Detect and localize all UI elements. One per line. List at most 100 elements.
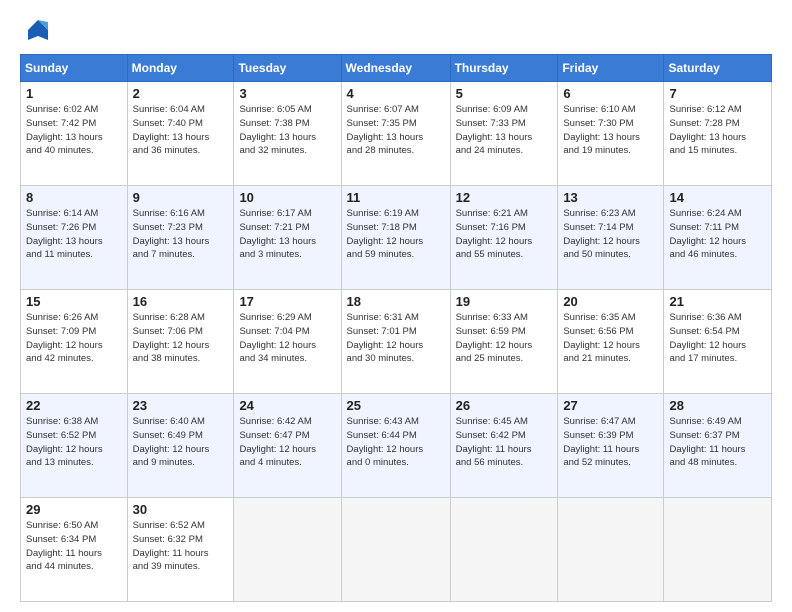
day-number: 30	[133, 502, 229, 517]
calendar-header-row: SundayMondayTuesdayWednesdayThursdayFrid…	[21, 55, 772, 82]
calendar-day-cell: 3 Sunrise: 6:05 AM Sunset: 7:38 PM Daylig…	[234, 82, 341, 186]
day-info: Sunrise: 6:50 AM Sunset: 6:34 PM Dayligh…	[26, 519, 122, 574]
day-number: 5	[456, 86, 553, 101]
day-info: Sunrise: 6:10 AM Sunset: 7:30 PM Dayligh…	[563, 103, 658, 158]
day-number: 21	[669, 294, 766, 309]
day-number: 16	[133, 294, 229, 309]
calendar-day-cell: 6 Sunrise: 6:10 AM Sunset: 7:30 PM Daylig…	[558, 82, 664, 186]
day-number: 6	[563, 86, 658, 101]
calendar-day-cell: 18 Sunrise: 6:31 AM Sunset: 7:01 PM Dayli…	[341, 290, 450, 394]
day-info: Sunrise: 6:24 AM Sunset: 7:11 PM Dayligh…	[669, 207, 766, 262]
day-info: Sunrise: 6:33 AM Sunset: 6:59 PM Dayligh…	[456, 311, 553, 366]
day-info: Sunrise: 6:12 AM Sunset: 7:28 PM Dayligh…	[669, 103, 766, 158]
day-number: 14	[669, 190, 766, 205]
calendar-week-row: 8 Sunrise: 6:14 AM Sunset: 7:26 PM Daylig…	[21, 186, 772, 290]
day-info: Sunrise: 6:42 AM Sunset: 6:47 PM Dayligh…	[239, 415, 335, 470]
day-info: Sunrise: 6:07 AM Sunset: 7:35 PM Dayligh…	[347, 103, 445, 158]
day-info: Sunrise: 6:28 AM Sunset: 7:06 PM Dayligh…	[133, 311, 229, 366]
day-number: 29	[26, 502, 122, 517]
day-info: Sunrise: 6:02 AM Sunset: 7:42 PM Dayligh…	[26, 103, 122, 158]
day-number: 24	[239, 398, 335, 413]
day-info: Sunrise: 6:40 AM Sunset: 6:49 PM Dayligh…	[133, 415, 229, 470]
empty-cell	[450, 498, 558, 602]
day-header-sunday: Sunday	[21, 55, 128, 82]
day-info: Sunrise: 6:26 AM Sunset: 7:09 PM Dayligh…	[26, 311, 122, 366]
day-number: 11	[347, 190, 445, 205]
page: SundayMondayTuesdayWednesdayThursdayFrid…	[0, 0, 792, 612]
day-number: 13	[563, 190, 658, 205]
calendar-week-row: 1 Sunrise: 6:02 AM Sunset: 7:42 PM Daylig…	[21, 82, 772, 186]
day-info: Sunrise: 6:14 AM Sunset: 7:26 PM Dayligh…	[26, 207, 122, 262]
calendar-day-cell: 28 Sunrise: 6:49 AM Sunset: 6:37 PM Dayli…	[664, 394, 772, 498]
day-info: Sunrise: 6:36 AM Sunset: 6:54 PM Dayligh…	[669, 311, 766, 366]
day-header-wednesday: Wednesday	[341, 55, 450, 82]
day-info: Sunrise: 6:43 AM Sunset: 6:44 PM Dayligh…	[347, 415, 445, 470]
day-info: Sunrise: 6:35 AM Sunset: 6:56 PM Dayligh…	[563, 311, 658, 366]
day-info: Sunrise: 6:38 AM Sunset: 6:52 PM Dayligh…	[26, 415, 122, 470]
day-number: 17	[239, 294, 335, 309]
calendar-day-cell: 15 Sunrise: 6:26 AM Sunset: 7:09 PM Dayli…	[21, 290, 128, 394]
day-number: 4	[347, 86, 445, 101]
calendar-day-cell: 17 Sunrise: 6:29 AM Sunset: 7:04 PM Dayli…	[234, 290, 341, 394]
calendar-day-cell: 26 Sunrise: 6:45 AM Sunset: 6:42 PM Dayli…	[450, 394, 558, 498]
calendar-day-cell: 4 Sunrise: 6:07 AM Sunset: 7:35 PM Daylig…	[341, 82, 450, 186]
day-number: 12	[456, 190, 553, 205]
day-number: 19	[456, 294, 553, 309]
calendar-day-cell: 25 Sunrise: 6:43 AM Sunset: 6:44 PM Dayli…	[341, 394, 450, 498]
day-number: 22	[26, 398, 122, 413]
calendar-day-cell: 12Sunrise: 6:21 AM Sunset: 7:16 PM Dayli…	[450, 186, 558, 290]
calendar-week-row: 15 Sunrise: 6:26 AM Sunset: 7:09 PM Dayli…	[21, 290, 772, 394]
day-number: 28	[669, 398, 766, 413]
calendar-day-cell: 13 Sunrise: 6:23 AM Sunset: 7:14 PM Dayli…	[558, 186, 664, 290]
day-number: 25	[347, 398, 445, 413]
day-info: Sunrise: 6:16 AM Sunset: 7:23 PM Dayligh…	[133, 207, 229, 262]
day-info: Sunrise: 6:49 AM Sunset: 6:37 PM Dayligh…	[669, 415, 766, 470]
calendar-day-cell: 16 Sunrise: 6:28 AM Sunset: 7:06 PM Dayli…	[127, 290, 234, 394]
calendar-day-cell: 2 Sunrise: 6:04 AM Sunset: 7:40 PM Daylig…	[127, 82, 234, 186]
calendar-day-cell: 29 Sunrise: 6:50 AM Sunset: 6:34 PM Dayli…	[21, 498, 128, 602]
day-number: 9	[133, 190, 229, 205]
day-number: 15	[26, 294, 122, 309]
calendar-day-cell: 10 Sunrise: 6:17 AM Sunset: 7:21 PM Dayli…	[234, 186, 341, 290]
day-info: Sunrise: 6:04 AM Sunset: 7:40 PM Dayligh…	[133, 103, 229, 158]
day-header-thursday: Thursday	[450, 55, 558, 82]
day-header-saturday: Saturday	[664, 55, 772, 82]
day-number: 2	[133, 86, 229, 101]
calendar-day-cell: 27Sunrise: 6:47 AM Sunset: 6:39 PM Dayli…	[558, 394, 664, 498]
day-number: 1	[26, 86, 122, 101]
header	[20, 16, 772, 44]
calendar-day-cell: 21 Sunrise: 6:36 AM Sunset: 6:54 PM Dayli…	[664, 290, 772, 394]
calendar-day-cell: 5Sunrise: 6:09 AM Sunset: 7:33 PM Daylig…	[450, 82, 558, 186]
day-number: 3	[239, 86, 335, 101]
day-number: 7	[669, 86, 766, 101]
calendar-day-cell: 20Sunrise: 6:35 AM Sunset: 6:56 PM Dayli…	[558, 290, 664, 394]
day-number: 23	[133, 398, 229, 413]
day-info: Sunrise: 6:31 AM Sunset: 7:01 PM Dayligh…	[347, 311, 445, 366]
calendar-day-cell: 8 Sunrise: 6:14 AM Sunset: 7:26 PM Daylig…	[21, 186, 128, 290]
day-info: Sunrise: 6:45 AM Sunset: 6:42 PM Dayligh…	[456, 415, 553, 470]
calendar-day-cell: 23 Sunrise: 6:40 AM Sunset: 6:49 PM Dayli…	[127, 394, 234, 498]
calendar-day-cell: 14 Sunrise: 6:24 AM Sunset: 7:11 PM Dayli…	[664, 186, 772, 290]
day-info: Sunrise: 6:05 AM Sunset: 7:38 PM Dayligh…	[239, 103, 335, 158]
day-number: 8	[26, 190, 122, 205]
day-number: 18	[347, 294, 445, 309]
empty-cell	[341, 498, 450, 602]
calendar: SundayMondayTuesdayWednesdayThursdayFrid…	[20, 54, 772, 602]
calendar-day-cell: 22 Sunrise: 6:38 AM Sunset: 6:52 PM Dayli…	[21, 394, 128, 498]
day-info: Sunrise: 6:29 AM Sunset: 7:04 PM Dayligh…	[239, 311, 335, 366]
calendar-week-row: 29 Sunrise: 6:50 AM Sunset: 6:34 PM Dayli…	[21, 498, 772, 602]
day-info: Sunrise: 6:17 AM Sunset: 7:21 PM Dayligh…	[239, 207, 335, 262]
empty-cell	[558, 498, 664, 602]
logo	[20, 16, 52, 44]
day-info: Sunrise: 6:23 AM Sunset: 7:14 PM Dayligh…	[563, 207, 658, 262]
calendar-day-cell: 30Sunrise: 6:52 AM Sunset: 6:32 PM Dayli…	[127, 498, 234, 602]
day-number: 27	[563, 398, 658, 413]
empty-cell	[234, 498, 341, 602]
logo-icon	[24, 16, 52, 44]
day-number: 26	[456, 398, 553, 413]
calendar-day-cell: 19 Sunrise: 6:33 AM Sunset: 6:59 PM Dayli…	[450, 290, 558, 394]
empty-cell	[664, 498, 772, 602]
calendar-day-cell: 11 Sunrise: 6:19 AM Sunset: 7:18 PM Dayli…	[341, 186, 450, 290]
day-info: Sunrise: 6:19 AM Sunset: 7:18 PM Dayligh…	[347, 207, 445, 262]
day-number: 10	[239, 190, 335, 205]
